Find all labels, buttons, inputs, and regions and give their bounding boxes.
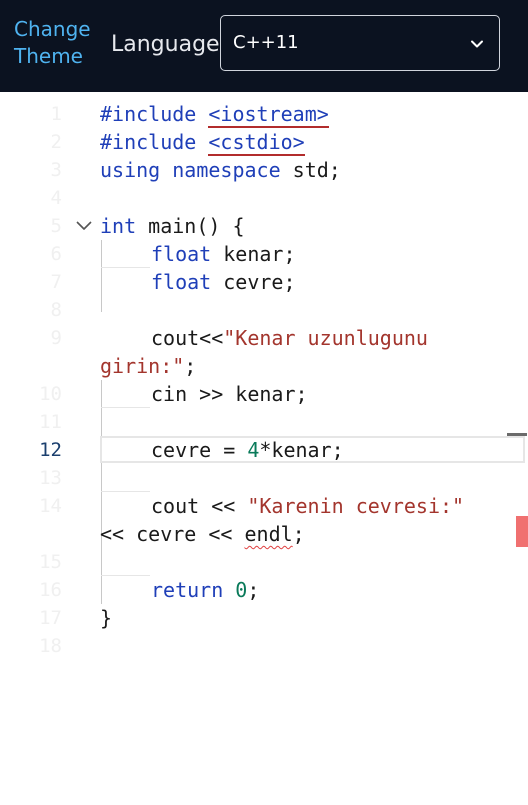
- line-number-active: 12: [39, 439, 62, 461]
- code-text: *kenar;: [259, 438, 344, 462]
- line-number: 7: [50, 271, 62, 293]
- code-text: << cevre <<: [100, 522, 245, 546]
- scrollbar-thumb[interactable]: [507, 433, 527, 436]
- code-text: std;: [280, 158, 341, 182]
- code-line: cout<<"Kenar uzunlugunu: [151, 324, 428, 352]
- line-number: 1: [50, 103, 62, 125]
- code-line: float kenar;: [151, 240, 296, 268]
- change-theme-link[interactable]: Change Theme: [14, 16, 94, 70]
- preprocessor-token: #include: [100, 130, 209, 154]
- top-bar: Change Theme Language C++11: [0, 0, 528, 92]
- chevron-down-icon: [471, 40, 483, 48]
- code-text: cout <<: [151, 494, 248, 518]
- fold-chevron-icon[interactable]: [74, 216, 94, 236]
- keyword-token: using: [100, 158, 161, 182]
- line-number: 16: [39, 579, 62, 601]
- code-line: return 0;: [151, 576, 259, 604]
- indent-guide: [101, 267, 150, 268]
- line-number: 15: [39, 551, 62, 573]
- include-path-token: <cstdio>: [208, 130, 305, 156]
- line-number: 9: [50, 327, 62, 349]
- code-line: cout << "Karenin cevresi:": [151, 492, 464, 520]
- line-number: 8: [50, 299, 62, 321]
- keyword-token: int: [100, 214, 137, 238]
- code-text: main() {: [136, 214, 245, 238]
- indent-guide: [101, 380, 102, 604]
- line-number: 2: [50, 131, 62, 153]
- line-number: 5: [50, 215, 62, 237]
- code-line: #include <iostream>: [100, 100, 329, 128]
- keyword-token: return: [151, 578, 224, 602]
- keyword-token: float: [151, 242, 212, 266]
- include-path-token: <iostream>: [208, 102, 329, 128]
- line-number: 10: [39, 383, 62, 405]
- code-line-wrap: girin:";: [100, 352, 196, 380]
- string-token: girin:": [100, 354, 185, 378]
- keyword-token: namespace: [172, 158, 281, 182]
- line-number: 3: [50, 159, 62, 181]
- number-token: 4: [247, 438, 260, 462]
- code-line-current: cevre = 4*kenar;: [151, 436, 344, 464]
- string-token: "Kenar uzunlugunu: [223, 326, 428, 350]
- code-line-wrap: << cevre << endl;: [100, 520, 305, 548]
- preprocessor-token: #include: [100, 102, 209, 126]
- error-token: endl: [244, 522, 293, 546]
- code-text: cin >> kenar;: [151, 382, 308, 406]
- code-text: cevre =: [151, 438, 248, 462]
- string-token: "Karenin cevresi:": [247, 494, 465, 518]
- line-number: 11: [39, 411, 62, 433]
- line-number: 13: [39, 467, 62, 489]
- indent-guide: [101, 491, 150, 492]
- line-number: 17: [39, 607, 62, 629]
- line-number: 4: [50, 187, 62, 209]
- indent-guide: [101, 407, 150, 408]
- code-text: kenar;: [211, 242, 296, 266]
- code-text: ;: [247, 578, 260, 602]
- code-line: }: [100, 604, 112, 632]
- code-line: using namespace std;: [100, 156, 341, 184]
- code-text: cevre;: [211, 270, 296, 294]
- code-line: #include <cstdio>: [100, 128, 305, 156]
- code-text: cout<<: [151, 326, 224, 350]
- keyword-token: float: [151, 270, 212, 294]
- indent-guide: [101, 240, 102, 312]
- code-text: }: [100, 606, 113, 630]
- line-number: 14: [39, 495, 62, 517]
- line-number: 6: [50, 243, 62, 265]
- code-text: ;: [184, 354, 197, 378]
- language-select-value: C++11: [233, 32, 299, 53]
- code-line: float cevre;: [151, 268, 296, 296]
- code-editor[interactable]: 1 2 3 4 5 6 7 8 9 10 11 12 13 14 15 16 1…: [0, 92, 528, 805]
- code-text: ;: [292, 522, 305, 546]
- number-token: 0: [235, 578, 248, 602]
- language-select[interactable]: C++11: [220, 15, 500, 71]
- code-line: int main() {: [100, 212, 245, 240]
- language-label: Language: [111, 32, 220, 57]
- scrollbar-error-marker: [516, 516, 528, 547]
- line-number: 18: [39, 635, 62, 657]
- indent-guide: [101, 575, 150, 576]
- code-line: cin >> kenar;: [151, 380, 308, 408]
